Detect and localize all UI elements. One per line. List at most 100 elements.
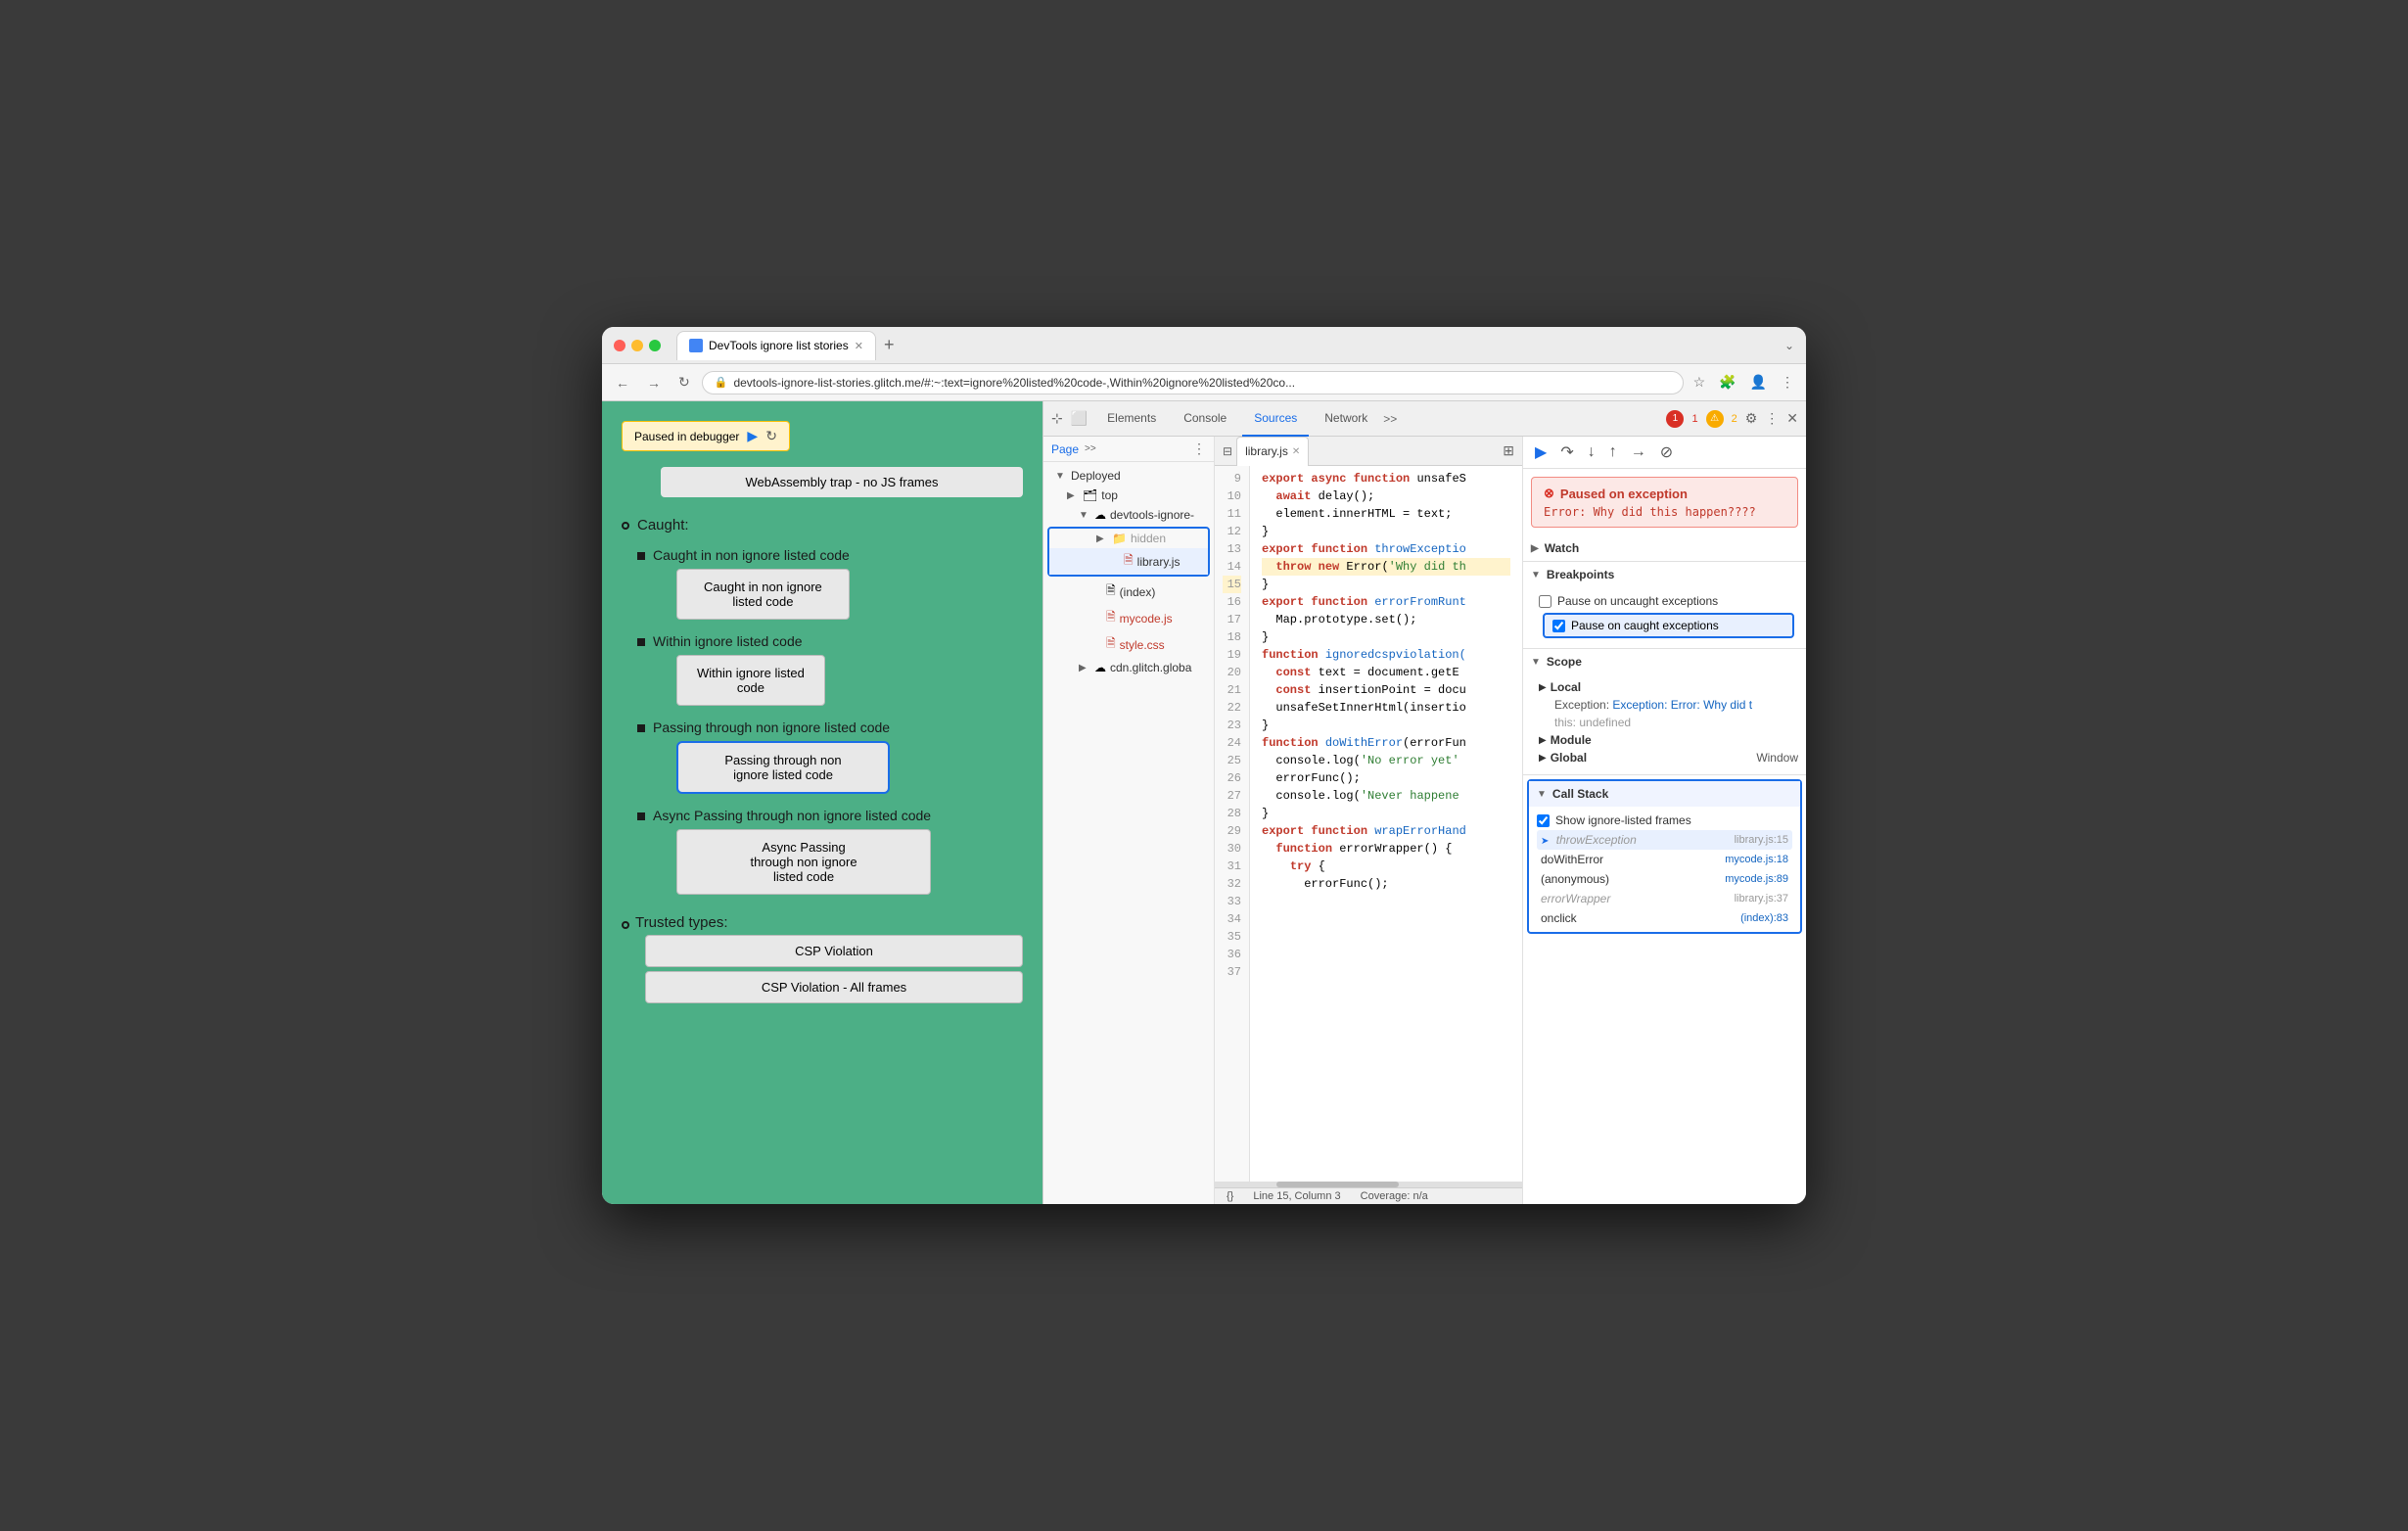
button-async-passing[interactable]: Async Passingthrough non ignorelisted co… xyxy=(676,829,931,895)
code-line-29: console.log('No error yet' xyxy=(1262,752,1510,769)
button-within-ignore[interactable]: Within ignore listedcode xyxy=(676,655,825,706)
code-line-12: } xyxy=(1262,523,1510,540)
reload-button[interactable]: ↻ xyxy=(672,372,696,393)
devtools-layout-icon[interactable]: ⬜ xyxy=(1071,410,1088,427)
tab-close-icon[interactable]: ✕ xyxy=(855,340,863,352)
step-into-button[interactable]: ↓ xyxy=(1584,441,1599,463)
tree-item-index[interactable]: ▶ 🗎 (index) xyxy=(1043,579,1214,605)
scope-header[interactable]: ▼ Scope xyxy=(1523,649,1806,674)
editor-toggle-icon[interactable]: ⊟ xyxy=(1223,444,1232,458)
pause-uncaught-label: Pause on uncaught exceptions xyxy=(1557,594,1718,608)
button-passing-through[interactable]: Passing through nonignore listed code xyxy=(676,741,890,794)
bullet-4 xyxy=(637,812,645,820)
editor-file-tab[interactable]: library.js ✕ xyxy=(1236,437,1309,466)
editor-btn-right[interactable]: ⊞ xyxy=(1503,442,1514,459)
tree-item-top[interactable]: ▶ 🗂 top xyxy=(1043,486,1214,505)
stack-frame-3[interactable]: errorWrapper library.js:37 xyxy=(1537,889,1792,908)
scope-arrow-icon: ▼ xyxy=(1531,657,1541,668)
tree-label-devtools: devtools-ignore- xyxy=(1110,508,1194,522)
new-tab-button[interactable]: + xyxy=(884,335,895,355)
button-caught-non-ignore[interactable]: Caught in non ignorelisted code xyxy=(676,569,850,620)
more-tabs-icon[interactable]: >> xyxy=(1383,412,1397,426)
nav-page[interactable]: Page xyxy=(1051,442,1079,456)
pause-caught-label: Pause on caught exceptions xyxy=(1571,619,1719,632)
watch-header[interactable]: ▶ Watch xyxy=(1523,535,1806,561)
stack-frame-1[interactable]: doWithError mycode.js:18 xyxy=(1537,850,1792,869)
browser-tab[interactable]: DevTools ignore list stories ✕ xyxy=(676,331,876,360)
tree-label-library: library.js xyxy=(1137,555,1181,569)
stack-frame-4-loc: (index):83 xyxy=(1740,912,1788,924)
deactivate-button[interactable]: ⊘ xyxy=(1656,441,1677,464)
code-line-22: function ignoredcspviolation( xyxy=(1262,646,1510,664)
close-button[interactable] xyxy=(614,340,625,351)
code-area[interactable]: 910111213 14151617 1819202122 2324252627… xyxy=(1215,466,1522,1182)
url-bar[interactable]: 🔒 devtools-ignore-list-stories.glitch.me… xyxy=(702,371,1684,394)
tab-sources-label: Sources xyxy=(1254,411,1297,425)
resume-button[interactable]: ▶ xyxy=(1531,441,1551,464)
breakpoints-section: ▼ Breakpoints Pause on uncaught exceptio… xyxy=(1523,562,1806,649)
bookmark-icon[interactable]: ☆ xyxy=(1690,372,1710,393)
devtools-settings-icon[interactable]: ⚙ xyxy=(1745,410,1758,427)
call-stack-header[interactable]: ▼ Call Stack xyxy=(1529,781,1800,807)
menu-icon[interactable]: ⋮ xyxy=(1777,372,1798,393)
nav-more-icon[interactable]: >> xyxy=(1085,443,1096,454)
item-caught-non-ignore: Caught in non ignore listed code Caught … xyxy=(637,547,1023,627)
watch-section: ▶ Watch xyxy=(1523,535,1806,562)
exception-title: ⊗ Paused on exception xyxy=(1544,486,1785,501)
editor-scroll-thumb[interactable] xyxy=(1276,1182,1400,1187)
code-line-30: errorFunc(); xyxy=(1262,769,1510,787)
file-icon-library: 🗎 xyxy=(1124,551,1134,572)
breakpoints-header[interactable]: ▼ Breakpoints xyxy=(1523,562,1806,587)
tree-item-deployed[interactable]: ▼ Deployed xyxy=(1043,466,1214,486)
main-content: Paused in debugger ▶ ↻ WebAssembly trap … xyxy=(602,401,1806,1204)
code-line-28: function doWithError(errorFun xyxy=(1262,734,1510,752)
maximize-button[interactable] xyxy=(649,340,661,351)
step-button[interactable]: → xyxy=(1627,441,1650,463)
debugger-step-icon[interactable]: ↻ xyxy=(765,428,777,444)
tree-item-stylecss[interactable]: ▶ 🗎 style.css xyxy=(1043,631,1214,658)
tree-item-libraryjs[interactable]: ▶ 🗎 library.js xyxy=(1049,548,1208,575)
extensions-icon[interactable]: 🧩 xyxy=(1715,372,1739,393)
tab-console[interactable]: Console xyxy=(1172,401,1238,437)
pause-uncaught-checkbox[interactable] xyxy=(1539,595,1551,608)
pause-caught-checkbox[interactable] xyxy=(1552,620,1565,632)
call-stack-arrow-icon: ▼ xyxy=(1537,789,1547,800)
profile-icon[interactable]: 👤 xyxy=(1746,372,1771,393)
button-csp-violation-all[interactable]: CSP Violation - All frames xyxy=(645,971,1023,1003)
tab-elements[interactable]: Elements xyxy=(1095,401,1168,437)
editor-tab-close-icon[interactable]: ✕ xyxy=(1292,446,1300,457)
tree-item-devtools-ignore[interactable]: ▼ ☁ devtools-ignore- xyxy=(1043,505,1214,525)
editor-tabs: ⊟ library.js ✕ ⊞ xyxy=(1215,437,1522,466)
stack-frame-4[interactable]: onclick (index):83 xyxy=(1537,908,1792,928)
tab-bar: DevTools ignore list stories ✕ + ⌄ xyxy=(676,331,1794,360)
tab-sources[interactable]: Sources xyxy=(1242,401,1309,437)
call-stack-label: Call Stack xyxy=(1552,787,1608,801)
tree-item-hidden[interactable]: ▶ 📁 hidden xyxy=(1049,529,1208,548)
tab-chevron-icon[interactable]: ⌄ xyxy=(1784,339,1794,352)
minimize-button[interactable] xyxy=(631,340,643,351)
tree-label-deployed: Deployed xyxy=(1071,469,1121,483)
forward-button[interactable]: → xyxy=(641,373,667,393)
stack-frame-0[interactable]: ➤ throwException library.js:15 xyxy=(1537,830,1792,850)
format-icon: {} xyxy=(1227,1190,1233,1202)
stack-frame-2[interactable]: (anonymous) mycode.js:89 xyxy=(1537,869,1792,889)
devtools-cursor-icon[interactable]: ⊹ xyxy=(1051,410,1063,427)
step-out-button[interactable]: ↑ xyxy=(1605,441,1621,463)
tree-item-mycodejs[interactable]: ▶ 🗎 mycode.js xyxy=(1043,605,1214,631)
tab-console-label: Console xyxy=(1183,411,1227,425)
editor-scrollbar[interactable] xyxy=(1215,1182,1522,1187)
tree-item-cdn[interactable]: ▶ ☁ cdn.glitch.globa xyxy=(1043,658,1214,677)
devtools-tabs: ⊹ ⬜ Elements Console Sources Network >> … xyxy=(1043,401,1806,437)
show-ignored-checkbox[interactable] xyxy=(1537,814,1550,827)
step-over-button[interactable]: ↷ xyxy=(1556,441,1577,464)
nav-dots-icon[interactable]: ⋮ xyxy=(1192,441,1206,457)
devtools-close-icon[interactable]: ✕ xyxy=(1786,410,1798,427)
lock-icon: 🔒 xyxy=(715,376,728,389)
back-button[interactable]: ← xyxy=(610,373,635,393)
code-line-25: unsafeSetInnerHtml(insertio xyxy=(1262,699,1510,717)
debugger-play-icon[interactable]: ▶ xyxy=(747,428,758,444)
scope-module-arrow: ▶ xyxy=(1539,735,1547,746)
button-csp-violation[interactable]: CSP Violation xyxy=(645,935,1023,967)
devtools-more-icon[interactable]: ⋮ xyxy=(1765,410,1779,427)
tab-network[interactable]: Network xyxy=(1313,401,1379,437)
